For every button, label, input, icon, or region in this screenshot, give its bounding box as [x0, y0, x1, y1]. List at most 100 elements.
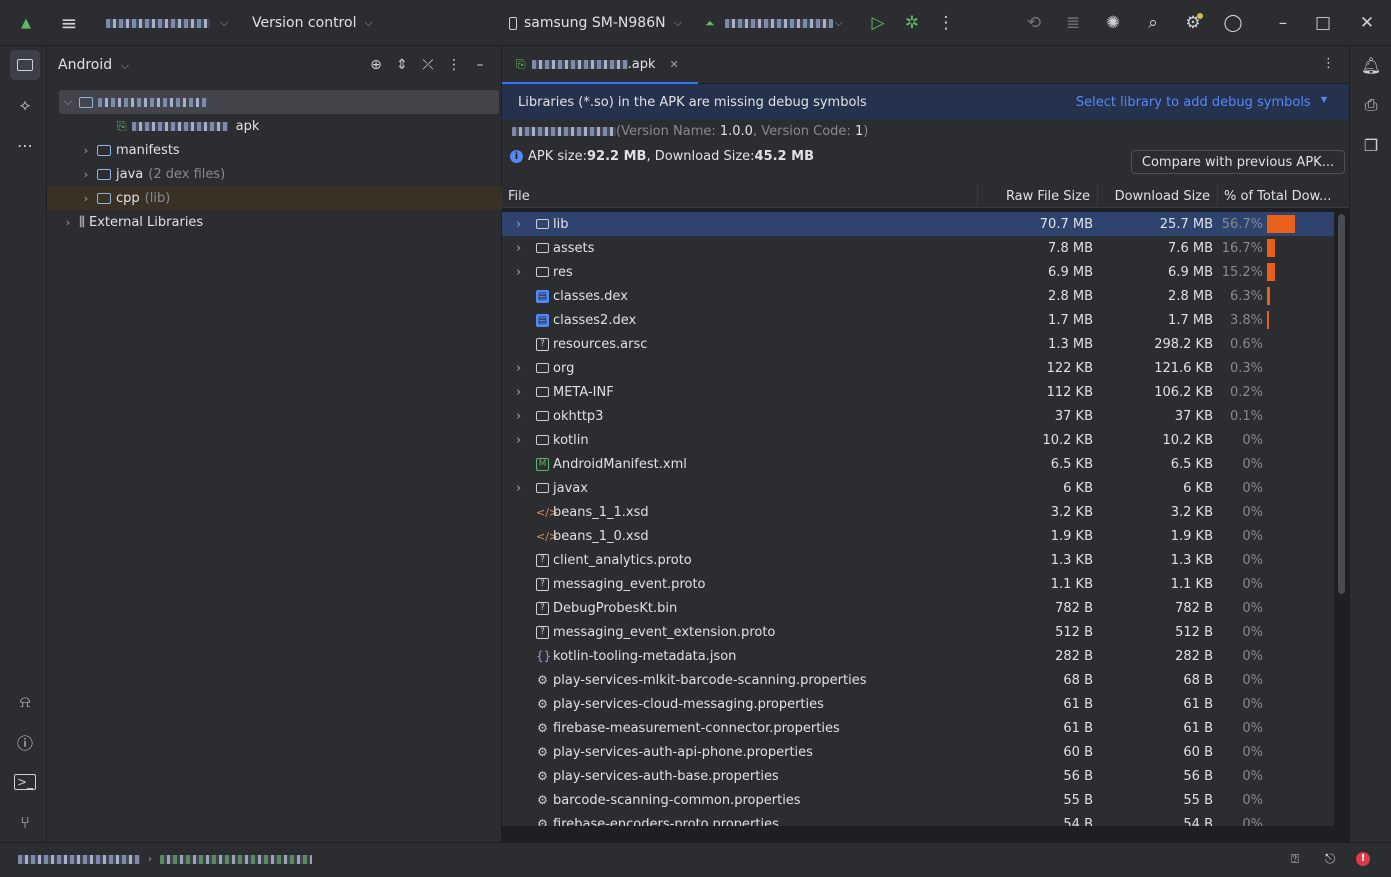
project-name-redacted: [106, 18, 210, 28]
column-raw-size[interactable]: Raw File Size: [977, 184, 1097, 208]
breadcrumb[interactable]: ›: [18, 854, 312, 865]
table-row[interactable]: ▤ classes2.dex 1.7 MB 1.7 MB 3.8%: [502, 308, 1334, 332]
tab-options-icon[interactable]: ⋮: [1322, 56, 1335, 71]
debug-icon[interactable]: ✲: [900, 11, 924, 35]
chevron-right-icon[interactable]: ›: [79, 192, 93, 205]
lock-icon[interactable]: ⎋: [1325, 852, 1335, 867]
editor-tab-apk[interactable]: ⎘ .apk ✕: [502, 46, 698, 84]
tree-item[interactable]: ⌵: [59, 90, 499, 114]
locate-icon[interactable]: ⊕: [367, 56, 385, 74]
logcat-button[interactable]: ⍾: [10, 687, 40, 717]
table-row[interactable]: ⚙ play-services-auth-base.properties 56 B 5…: [502, 764, 1334, 788]
notifications-button[interactable]: 🔔︎: [1356, 50, 1386, 80]
project-view-selector[interactable]: Android ⌵: [58, 57, 129, 73]
table-row[interactable]: ⚙ barcode-scanning-common.properties 55 B 5…: [502, 788, 1334, 812]
table-row[interactable]: ⚙ firebase-measurement-connector.properti…: [502, 716, 1334, 740]
run-icon[interactable]: ▷: [866, 11, 890, 35]
terminal-button[interactable]: >_: [10, 767, 40, 797]
chevron-down-icon[interactable]: ⌵: [61, 95, 75, 109]
maximize-window-icon[interactable]: □: [1311, 11, 1335, 35]
chevron-down-icon: ⌵: [364, 16, 373, 29]
table-row[interactable]: </> beans_1_0.xsd 1.9 KB 1.9 KB 0%: [502, 524, 1334, 548]
column-download-size[interactable]: Download Size: [1097, 184, 1217, 208]
table-row[interactable]: </> beans_1_1.xsd 3.2 KB 3.2 KB 0%: [502, 500, 1334, 524]
version-control-menu[interactable]: Version control ⌵: [252, 0, 373, 46]
tree-item[interactable]: ⎘ apk: [47, 114, 502, 138]
file-name-cell: ⚙ barcode-scanning-common.properties: [516, 788, 800, 812]
device-explorer-button[interactable]: ❐: [1356, 130, 1386, 160]
table-row[interactable]: › okhttp3 37 KB 37 KB 0.1%: [502, 404, 1334, 428]
collapse-all-icon[interactable]: ⤫: [419, 56, 437, 74]
apply-changes-icon[interactable]: ⟲: [1022, 11, 1046, 35]
resource-manager-button[interactable]: ⟡: [10, 90, 40, 120]
chevron-right-icon[interactable]: ›: [516, 433, 536, 448]
minimize-window-icon[interactable]: –: [1271, 11, 1295, 35]
file-name: AndroidManifest.xml: [553, 456, 687, 472]
main-menu-icon[interactable]: ≡: [57, 11, 81, 35]
close-window-icon[interactable]: ✕: [1355, 11, 1379, 35]
device-selector[interactable]: samsung SM-N986N ⌵: [509, 0, 682, 46]
hide-panel-icon[interactable]: –: [471, 56, 489, 74]
table-row[interactable]: › META-INF 112 KB 106.2 KB 0.2%: [502, 380, 1334, 404]
table-row[interactable]: ⚙ play-services-mlkit-barcode-scanning.pr…: [502, 668, 1334, 692]
search-icon[interactable]: ⌕: [1141, 11, 1165, 35]
table-row[interactable]: › javax 6 KB 6 KB 0%: [502, 476, 1334, 500]
table-row[interactable]: ▤ classes.dex 2.8 MB 2.8 MB 6.3%: [502, 284, 1334, 308]
select-library-link[interactable]: Select library to add debug symbols ▼: [1076, 95, 1327, 110]
chevron-right-icon[interactable]: ›: [79, 168, 93, 181]
table-row[interactable]: › res 6.9 MB 6.9 MB 15.2%: [502, 260, 1334, 284]
percent-cell: 0.3%: [1229, 360, 1263, 376]
dex-file-icon: ▤: [536, 313, 549, 327]
more-actions-icon[interactable]: ⋮: [934, 11, 958, 35]
error-indicator-icon[interactable]: !: [1356, 852, 1370, 866]
table-row[interactable]: ? messaging_event.proto 1.1 KB 1.1 KB 0%: [502, 572, 1334, 596]
table-row[interactable]: ⚙ play-services-auth-api-phone.properties…: [502, 740, 1334, 764]
project-selector[interactable]: ⌵: [106, 0, 228, 46]
options-icon[interactable]: ⋮: [445, 56, 463, 74]
chevron-right-icon[interactable]: ›: [516, 361, 536, 376]
compare-apk-button[interactable]: Compare with previous APK...: [1131, 150, 1345, 174]
close-tab-icon[interactable]: ✕: [670, 58, 679, 71]
apk-file-icon: ⎘: [117, 118, 127, 133]
column-percent[interactable]: % of Total Dow...: [1217, 184, 1343, 208]
memory-indicator-icon[interactable]: ⍰: [1291, 852, 1299, 867]
table-row[interactable]: ⚙ firebase-encoders-proto.properties 54 B 5…: [502, 812, 1334, 827]
project-tool-button[interactable]: [10, 50, 40, 80]
table-row[interactable]: M AndroidManifest.xml 6.5 KB 6.5 KB 0%: [502, 452, 1334, 476]
table-row[interactable]: ? DebugProbesKt.bin 782 B 782 B 0%: [502, 596, 1334, 620]
tree-item[interactable]: › java (2 dex files): [47, 162, 502, 186]
expand-all-icon[interactable]: ⇕: [393, 56, 411, 74]
problems-button[interactable]: ⓘ: [10, 727, 40, 757]
table-row[interactable]: ? messaging_event_extension.proto 512 B 512…: [502, 620, 1334, 644]
chevron-right-icon[interactable]: ›: [516, 481, 536, 496]
chevron-right-icon[interactable]: ›: [516, 409, 536, 424]
table-row[interactable]: › org 122 KB 121.6 KB 0.3%: [502, 356, 1334, 380]
device-manager-button[interactable]: ⎙: [1356, 90, 1386, 120]
chevron-right-icon[interactable]: ›: [516, 241, 536, 256]
table-row[interactable]: ⚙ play-services-cloud-messaging.propertie…: [502, 692, 1334, 716]
table-row[interactable]: ? resources.arsc 1.3 MB 298.2 KB 0.6%: [502, 332, 1334, 356]
bug-icon[interactable]: ✺: [1101, 11, 1125, 35]
table-row[interactable]: › assets 7.8 MB 7.6 MB 16.7%: [502, 236, 1334, 260]
table-scrollbar[interactable]: [1338, 214, 1345, 594]
run-config-selector[interactable]: ⏶ ⌵: [705, 0, 843, 46]
git-button[interactable]: ⑂: [10, 807, 40, 837]
table-row[interactable]: › lib 70.7 MB 25.7 MB 56.7%: [502, 212, 1334, 236]
chevron-right-icon[interactable]: ›: [516, 265, 536, 280]
apply-code-changes-icon[interactable]: ≣: [1061, 11, 1085, 35]
chevron-right-icon[interactable]: ›: [61, 216, 75, 229]
tree-item[interactable]: › manifests: [47, 138, 502, 162]
settings-icon[interactable]: ⚙: [1181, 11, 1205, 35]
tree-item[interactable]: › ⫼ External Libraries: [47, 210, 502, 234]
chevron-right-icon[interactable]: ›: [516, 385, 536, 400]
table-row[interactable]: ? client_analytics.proto 1.3 KB 1.3 KB 0%: [502, 548, 1334, 572]
chevron-right-icon[interactable]: ›: [516, 217, 536, 232]
tree-item[interactable]: › cpp (lib): [47, 186, 502, 210]
column-file[interactable]: File: [502, 184, 977, 208]
table-row[interactable]: {} kotlin-tooling-metadata.json 282 B 282 B…: [502, 644, 1334, 668]
more-tools-button[interactable]: ⋯: [10, 130, 40, 160]
table-row[interactable]: › kotlin 10.2 KB 10.2 KB 0%: [502, 428, 1334, 452]
chevron-right-icon[interactable]: ›: [79, 144, 93, 157]
download-size-cell: 25.7 MB: [1159, 216, 1213, 232]
account-icon[interactable]: ◯: [1221, 11, 1245, 35]
